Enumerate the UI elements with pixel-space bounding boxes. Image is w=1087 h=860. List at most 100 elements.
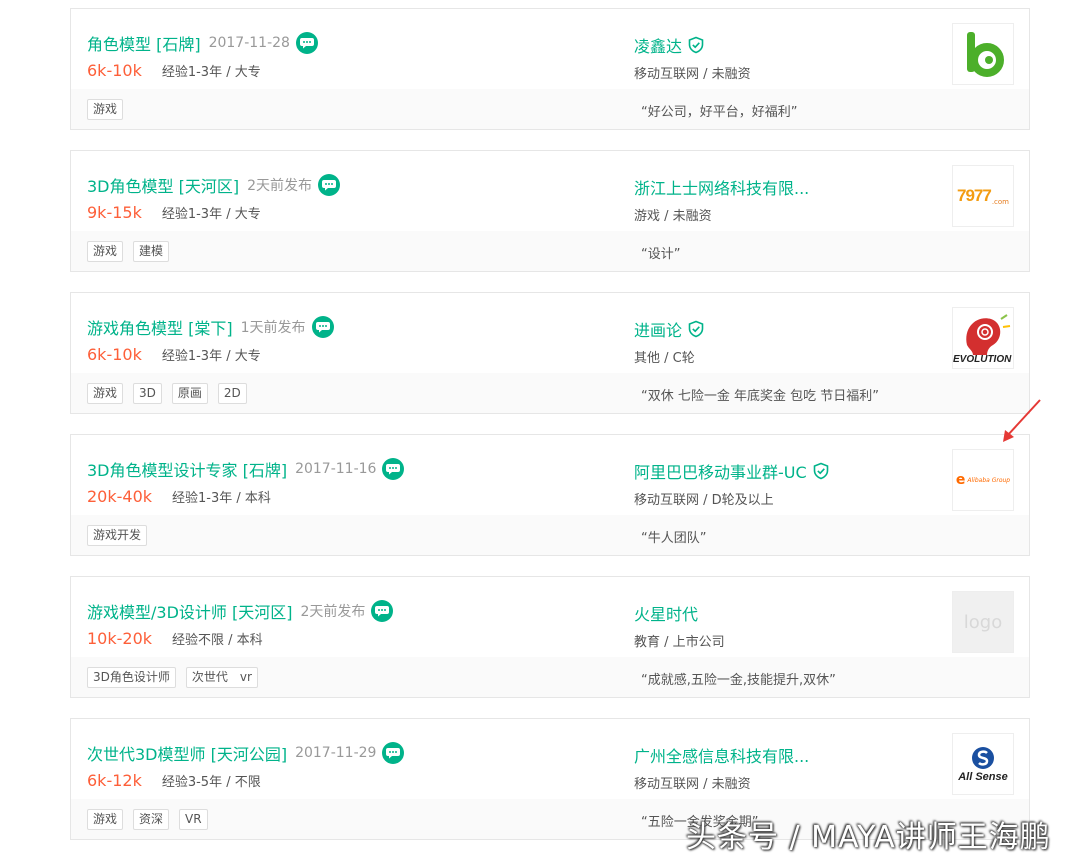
job-tags: 游戏 资深 VR: [87, 809, 208, 830]
company-logo[interactable]: EVOLUTION: [952, 307, 1014, 369]
job-title-row: 游戏模型/3D设计师 [天河区] 2天前发布: [87, 599, 394, 623]
job-tag[interactable]: 2D: [217, 383, 247, 404]
chat-icon[interactable]: [371, 600, 394, 622]
salary-range: 6k-10k: [87, 345, 142, 364]
job-requirement: 经验3-5年 / 不限: [161, 775, 261, 790]
position-name-link[interactable]: 3D角色模型 [天河区]: [87, 173, 239, 197]
job-meta-row: 20k-40k 经验1-3年 / 本科: [87, 487, 271, 506]
job-requirement: 经验1-3年 / 大专: [161, 349, 261, 364]
company-slogan: “好公司，好平台，好福利”: [641, 105, 798, 120]
job-tag[interactable]: VR: [179, 809, 208, 830]
job-tag[interactable]: 次世代 vr: [185, 667, 258, 688]
job-card[interactable]: 角色模型 [石牌] 2017-11-28 6k-10k 经验1-3年 / 大专 …: [70, 8, 1030, 130]
job-card-main: 角色模型 [石牌] 2017-11-28 6k-10k 经验1-3年 / 大专 …: [71, 9, 1029, 91]
job-tags: 游戏: [87, 99, 124, 120]
position-name-link[interactable]: 游戏角色模型 [棠下]: [87, 315, 233, 339]
position-name-link[interactable]: 游戏模型/3D设计师 [天河区]: [87, 599, 292, 623]
company-name-link[interactable]: 进画论: [634, 317, 682, 341]
company-row: 进画论: [634, 317, 705, 341]
job-tags: 游戏 3D 原画 2D: [87, 383, 247, 404]
job-tag[interactable]: 游戏开发: [87, 525, 148, 546]
job-tag[interactable]: 3D角色设计师: [87, 667, 176, 688]
job-card-main: 3D角色模型 [天河区] 2天前发布 9k-15k 经验1-3年 / 大专 浙江…: [71, 151, 1029, 233]
logo-placeholder: logo: [953, 592, 1013, 652]
position-name-link[interactable]: 3D角色模型设计专家 [石牌]: [87, 457, 287, 481]
job-title-row: 游戏角色模型 [棠下] 1天前发布: [87, 315, 334, 339]
job-tag[interactable]: 游戏: [87, 383, 124, 404]
company-name-link[interactable]: 浙江上士网络科技有限...: [634, 175, 809, 199]
company-industry: 游戏 / 未融资: [634, 209, 712, 224]
company-slogan: “双休 七险一金 年底奖金 包吃 节日福利”: [641, 389, 879, 404]
job-tag[interactable]: 游戏: [87, 241, 124, 262]
job-card-footer: 游戏 3D 原画 2D “双休 七险一金 年底奖金 包吃 节日福利”: [71, 373, 1029, 413]
job-meta-row: 6k-10k 经验1-3年 / 大专: [87, 345, 261, 364]
job-meta-row: 9k-15k 经验1-3年 / 大专: [87, 203, 261, 222]
company-slogan: “设计”: [641, 247, 681, 262]
job-card[interactable]: 游戏模型/3D设计师 [天河区] 2天前发布 10k-20k 经验不限 / 本科…: [70, 576, 1030, 698]
chat-icon[interactable]: [311, 316, 334, 338]
job-tag[interactable]: 原画: [171, 383, 208, 404]
publish-time: 2017-11-29: [295, 745, 377, 761]
chat-icon[interactable]: [382, 742, 405, 764]
verified-shield-icon: [687, 320, 705, 338]
position-name-link[interactable]: 次世代3D模型师 [天河公园]: [87, 741, 287, 765]
salary-range: 20k-40k: [87, 487, 153, 506]
job-requirement: 经验1-3年 / 大专: [161, 65, 261, 80]
job-list: 角色模型 [石牌] 2017-11-28 6k-10k 经验1-3年 / 大专 …: [70, 8, 1030, 860]
job-card-footer: 游戏 “好公司，好平台，好福利”: [71, 89, 1029, 129]
job-tag[interactable]: 3D: [133, 383, 162, 404]
job-card-main: 3D角色模型设计专家 [石牌] 2017-11-16 20k-40k 经验1-3…: [71, 435, 1029, 517]
company-row: 火星时代: [634, 601, 698, 625]
company-logo[interactable]: All Sense: [952, 733, 1014, 795]
company-industry: 其他 / C轮: [634, 351, 695, 366]
job-meta-row: 6k-10k 经验1-3年 / 大专: [87, 61, 261, 80]
job-card-main: 游戏角色模型 [棠下] 1天前发布 6k-10k 经验1-3年 / 大专 进画论: [71, 293, 1029, 375]
company-logo[interactable]: e Alibaba Group: [952, 449, 1014, 511]
alibaba-logo-mark: e Alibaba Group: [955, 472, 1011, 488]
chat-icon[interactable]: [295, 32, 318, 54]
publish-time: 2天前发布: [247, 178, 312, 194]
verified-shield-icon: [687, 36, 705, 54]
salary-range: 9k-15k: [87, 203, 142, 222]
salary-range: 6k-10k: [87, 61, 142, 80]
job-card-footer: 游戏开发 “牛人团队”: [71, 515, 1029, 555]
company-row: 浙江上士网络科技有限...: [634, 175, 809, 199]
company-slogan: “成就感,五险一金,技能提升,双休”: [641, 673, 836, 688]
job-card[interactable]: 游戏角色模型 [棠下] 1天前发布 6k-10k 经验1-3年 / 大专 进画论: [70, 292, 1030, 414]
company-row: 广州全感信息科技有限...: [634, 743, 809, 767]
job-card-footer: 游戏 建模 “设计”: [71, 231, 1029, 271]
verified-shield-icon: [812, 462, 830, 480]
job-card[interactable]: 3D角色模型 [天河区] 2天前发布 9k-15k 经验1-3年 / 大专 浙江…: [70, 150, 1030, 272]
company-logo[interactable]: logo: [952, 591, 1014, 653]
chat-icon[interactable]: [382, 458, 405, 480]
job-tag[interactable]: 游戏: [87, 809, 124, 830]
job-requirement: 经验1-3年 / 本科: [172, 491, 271, 506]
position-name-link[interactable]: 角色模型 [石牌]: [87, 31, 201, 55]
job-tags: 3D角色设计师 次世代 vr: [87, 667, 258, 688]
chat-icon[interactable]: [318, 174, 340, 196]
publish-time: 2017-11-28: [208, 35, 290, 51]
red-arrow-annotation: [1003, 399, 1041, 442]
publish-time: 2天前发布: [300, 604, 366, 620]
job-requirement: 经验不限 / 本科: [172, 633, 263, 648]
publish-time: 1天前发布: [240, 320, 306, 336]
evolution-logo-mark: EVOLUTION: [953, 308, 1013, 368]
company-name-link[interactable]: 火星时代: [634, 601, 698, 625]
job-card[interactable]: 3D角色模型设计专家 [石牌] 2017-11-16 20k-40k 经验1-3…: [70, 434, 1030, 556]
job-tags: 游戏开发: [87, 525, 148, 546]
job-tag[interactable]: 游戏: [87, 99, 124, 120]
company-logo[interactable]: 7977 .com: [952, 165, 1014, 227]
company-industry: 移动互联网 / 未融资: [634, 777, 751, 792]
7977-logo-mark: 7977 .com: [956, 186, 1009, 206]
job-tag[interactable]: 资深: [133, 809, 170, 830]
job-tag[interactable]: 建模: [133, 241, 170, 262]
job-title-row: 3D角色模型 [天河区] 2天前发布: [87, 173, 340, 197]
company-name-link[interactable]: 阿里巴巴移动事业群-UC: [634, 459, 807, 483]
bc-logo-icon: [967, 32, 1004, 77]
job-card-main: 次世代3D模型师 [天河公园] 2017-11-29 6k-12k 经验3-5年…: [71, 719, 1029, 801]
job-meta-row: 10k-20k 经验不限 / 本科: [87, 629, 263, 648]
company-name-link[interactable]: 广州全感信息科技有限...: [634, 743, 809, 767]
company-name-link[interactable]: 凌鑫达: [634, 33, 682, 57]
company-logo[interactable]: [952, 23, 1014, 85]
company-industry: 教育 / 上市公司: [634, 635, 725, 650]
